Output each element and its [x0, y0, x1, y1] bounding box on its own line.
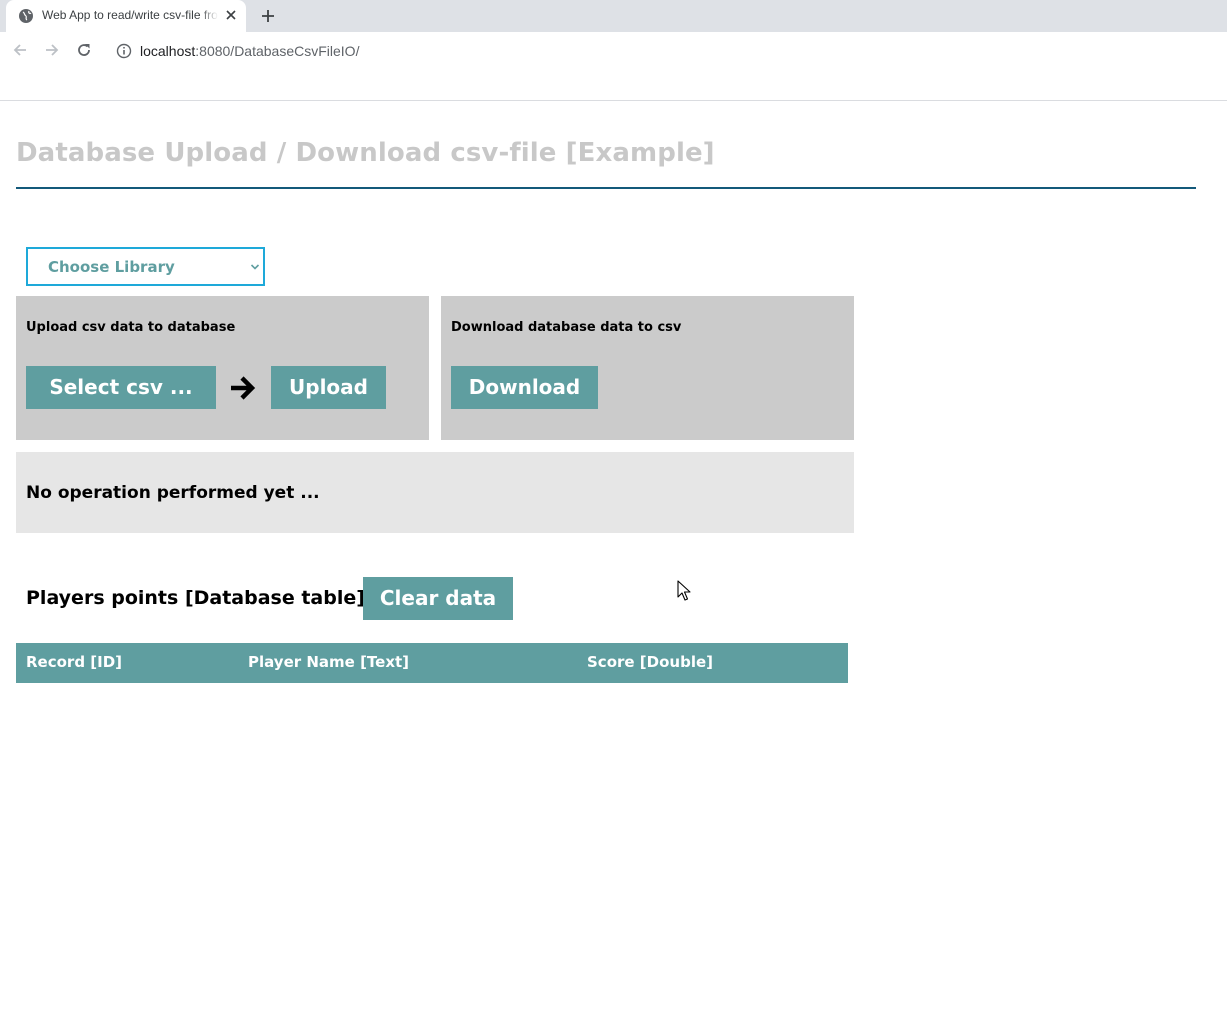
url-host: localhost: [140, 43, 196, 59]
browser-toolbar: localhost:8080/DatabaseCsvFileIO/: [0, 32, 1227, 68]
upload-panel-heading: Upload csv data to database: [26, 320, 236, 335]
status-panel: No operation performed yet ...: [16, 452, 854, 533]
upload-button[interactable]: Upload: [271, 366, 386, 409]
library-select[interactable]: Choose Library: [26, 247, 265, 286]
library-select-value: Choose Library: [48, 258, 175, 276]
browser-tab[interactable]: Web App to read/write csv-file from data…: [6, 0, 246, 32]
select-csv-button[interactable]: Select csv ...: [26, 366, 216, 409]
info-icon[interactable]: [116, 43, 132, 59]
address-bar[interactable]: localhost:8080/DatabaseCsvFileIO/: [140, 43, 359, 59]
url-path: :8080/DatabaseCsvFileIO/: [195, 43, 360, 59]
column-header-player-name[interactable]: Player Name [Text]: [248, 653, 409, 671]
arrow-right-icon: [231, 376, 256, 400]
download-panel-heading: Download database data to csv: [451, 320, 682, 335]
back-arrow-icon[interactable]: [10, 40, 30, 60]
upload-panel: Upload csv data to database Select csv .…: [16, 296, 429, 440]
tab-title: Web App to read/write csv-file from data…: [42, 8, 218, 24]
page-title: Database Upload / Download csv-file [Exa…: [16, 138, 715, 168]
clear-data-button[interactable]: Clear data: [363, 577, 513, 620]
column-header-score[interactable]: Score [Double]: [587, 653, 713, 671]
chevron-down-icon: [250, 264, 260, 270]
download-panel: Download database data to csv Download: [441, 296, 854, 440]
status-message: No operation performed yet ...: [26, 483, 320, 503]
globe-icon: [19, 9, 33, 23]
table-header: Record [ID] Player Name [Text] Score [Do…: [16, 643, 848, 683]
title-divider: [16, 187, 1196, 189]
download-button[interactable]: Download: [451, 366, 598, 409]
table-title: Players points [Database table]: [26, 587, 365, 609]
forward-arrow-icon[interactable]: [42, 40, 62, 60]
chrome-divider: [0, 100, 1227, 101]
new-tab-icon[interactable]: [258, 6, 278, 26]
reload-icon[interactable]: [74, 40, 94, 60]
mouse-cursor-icon: [677, 580, 691, 601]
browser-tab-strip: Web App to read/write csv-file from data…: [0, 0, 1227, 32]
close-icon[interactable]: [224, 8, 238, 22]
column-header-record-id[interactable]: Record [ID]: [26, 653, 122, 671]
